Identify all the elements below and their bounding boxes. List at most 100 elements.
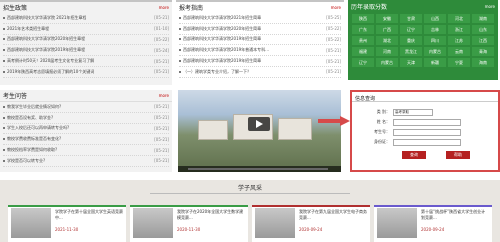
id-card-label: 身份证： <box>374 139 390 144</box>
province-link[interactable]: 宁夏 <box>448 58 470 67</box>
province-link[interactable]: 浙江 <box>448 25 470 34</box>
province-link[interactable]: 广西 <box>376 25 398 34</box>
province-link[interactable]: 江苏 <box>448 36 470 45</box>
bullet-icon <box>179 49 181 52</box>
showcase-card[interactable]: 我院学子在第九届全国大学生电子商务竞赛... 2020-09-24 <box>252 205 370 242</box>
guide-title: 报考指南 <box>179 5 204 12</box>
province-link[interactable]: 海南 <box>472 58 494 67</box>
province-link[interactable]: 福建 <box>352 47 374 56</box>
help-button[interactable]: 帮助 <box>446 151 470 159</box>
admissions-title: 招生政策 <box>3 5 28 12</box>
province-link[interactable]: 吉林 <box>424 25 446 34</box>
exam-number-field[interactable] <box>393 128 461 136</box>
qa-header: 考生问答 more <box>0 90 172 102</box>
guide-header: 报考指南 more <box>176 2 344 13</box>
name-field[interactable] <box>393 118 461 126</box>
showcase-card[interactable]: 第十届“挑战杯”陕西省大学生创业计划竞赛... 2020-09-24 <box>374 205 492 242</box>
bullet-icon <box>3 116 5 119</box>
province-link[interactable]: 河南 <box>376 47 398 56</box>
bullet-icon <box>3 105 5 108</box>
list-item[interactable]: 学生入校后还可以再申请转专业吗? [05-21] <box>3 124 169 135</box>
province-link[interactable]: 黑龙江 <box>400 47 422 56</box>
province-link[interactable]: 新疆 <box>424 58 446 67</box>
card-title: 第十届“挑战杯”陕西省大学生创业计划竞赛... <box>421 209 486 220</box>
type-select[interactable]: 高考录取 <box>393 108 433 116</box>
id-card-field[interactable] <box>393 138 461 146</box>
bullet-icon <box>179 70 181 73</box>
list-item[interactable]: 教校投档率学费是如何收取? [05-21] <box>3 145 169 156</box>
list-item[interactable]: 教校是否设有奖、助学金? [05-21] <box>3 113 169 124</box>
card-accent-bar <box>374 205 492 207</box>
province-link[interactable]: 山东 <box>472 25 494 34</box>
list-item[interactable]: 2019年陕西高考志愿填报必须了解的10个关键词 [05-21] <box>3 67 169 78</box>
scores-more-link[interactable]: more <box>485 4 495 9</box>
province-link[interactable]: 安徽 <box>376 14 398 23</box>
bullet-icon <box>179 60 181 63</box>
list-item[interactable]: 西部建筑科技大学华清学院2019年招生简章 [05-21] <box>179 56 341 67</box>
search-button[interactable]: 查询 <box>402 151 426 159</box>
list-item[interactable]: 西部建筑科技大学华清学院 2021年招生章程 [05-21] <box>3 13 169 24</box>
play-icon[interactable] <box>248 117 270 131</box>
showcase-card[interactable]: 学院学子在第十届全国大学生英语竞赛中... 2021-11-30 <box>8 205 126 242</box>
qa-more-link[interactable]: more <box>159 93 169 98</box>
list-item[interactable]: 教我学生毕业后就业情况如何? [05-21] <box>3 102 169 113</box>
bullet-icon <box>3 38 5 41</box>
province-link[interactable]: 重庆 <box>400 36 422 45</box>
list-item[interactable]: 西部建筑科技大学华清学院2019年招生章程 [05-24] <box>3 45 169 57</box>
province-link[interactable]: 辽宁 <box>352 58 374 67</box>
bullet-icon <box>3 60 5 63</box>
province-link[interactable]: 贵州 <box>352 36 374 45</box>
card-date: 2020-09-24 <box>299 227 323 232</box>
card-date: 2020-11-30 <box>177 227 201 232</box>
card-thumbnail <box>255 208 295 238</box>
bullet-icon <box>3 159 5 162</box>
province-link[interactable]: 江西 <box>472 36 494 45</box>
bullet-icon <box>3 127 5 130</box>
province-link[interactable]: 广东 <box>352 25 374 34</box>
province-link[interactable]: 辽宁 <box>400 25 422 34</box>
province-link[interactable]: 甘肃 <box>400 14 422 23</box>
list-item[interactable]: 西部建筑科技大学华清学院2019年招生简章 [05-22] <box>179 35 341 46</box>
province-link[interactable]: 山西 <box>424 14 446 23</box>
bullet-icon <box>179 38 181 41</box>
admissions-more-link[interactable]: more <box>159 5 169 10</box>
arrow-head-icon <box>340 116 350 126</box>
province-link[interactable]: 云南 <box>448 47 470 56</box>
province-link[interactable]: 天津 <box>400 58 422 67</box>
province-link[interactable]: 内蒙古 <box>376 58 398 67</box>
province-link[interactable]: 陕西 <box>352 14 374 23</box>
province-link[interactable]: 湖南 <box>472 14 494 23</box>
card-accent-bar <box>252 205 370 207</box>
bullet-icon <box>3 27 5 30</box>
card-date: 2020-09-24 <box>421 227 445 232</box>
admissions-panel: 招生政策 more 西部建筑科技大学华清学院 2021年招生章程 [05-21] … <box>0 0 172 85</box>
list-item[interactable]: 2021年艺术类招生章程 [01-10] <box>3 24 169 35</box>
province-link[interactable]: 河北 <box>448 14 470 23</box>
list-item[interactable]: 西部建筑科技大学华清学院2020年招生章程 [05-22] <box>3 35 169 46</box>
list-item[interactable]: 西部建筑科技大学华清学院2020年招生简章 [05-22] <box>179 24 341 35</box>
bullet-icon <box>3 70 5 73</box>
video-controls <box>178 166 341 172</box>
list-item[interactable]: 西部建筑科技大学华清学院2019年普通本专科... [05-21] <box>179 45 341 57</box>
admissions-header: 招生政策 more <box>0 2 172 13</box>
list-item[interactable]: （一）建筑学类专业介绍，了解一下？ [05-21] <box>179 67 341 78</box>
scores-title: 历年录取分数 <box>351 3 388 11</box>
name-row: 姓 名： <box>370 117 498 127</box>
province-link[interactable]: 青海 <box>472 47 494 56</box>
type-label: 类 别： <box>376 109 390 114</box>
list-item[interactable]: 学校是否可以转专业? [05-21] <box>3 156 169 167</box>
list-item[interactable]: 西部建筑科技大学华清学院2021年招生简章 [05-25] <box>179 13 341 24</box>
bullet-icon <box>3 16 5 19</box>
list-item[interactable]: 高考倒计时50天！2020届考生文化专业复习了解 [05-21] <box>3 56 169 67</box>
province-link[interactable]: 内蒙古 <box>424 47 446 56</box>
campus-video-player[interactable] <box>178 90 341 172</box>
list-item[interactable]: 教校学费收费标准是否有变化? [05-21] <box>3 134 169 146</box>
guide-more-link[interactable]: more <box>331 5 341 10</box>
province-link[interactable]: 湖北 <box>376 36 398 45</box>
province-link[interactable]: 四川 <box>424 36 446 45</box>
bullet-icon <box>179 16 181 19</box>
video-progress-bar[interactable] <box>188 168 328 170</box>
showcase-card[interactable]: 我院学子在2020年全国大学生数学建模竞赛... 2020-11-30 <box>130 205 248 242</box>
guide-panel: 报考指南 more 西部建筑科技大学华清学院2021年招生简章 [05-25] 西… <box>176 0 344 85</box>
scores-panel: 历年录取分数 more 陕西 安徽 甘肃 山西 河北 湖南 广东 广西 辽宁 吉… <box>348 0 498 80</box>
